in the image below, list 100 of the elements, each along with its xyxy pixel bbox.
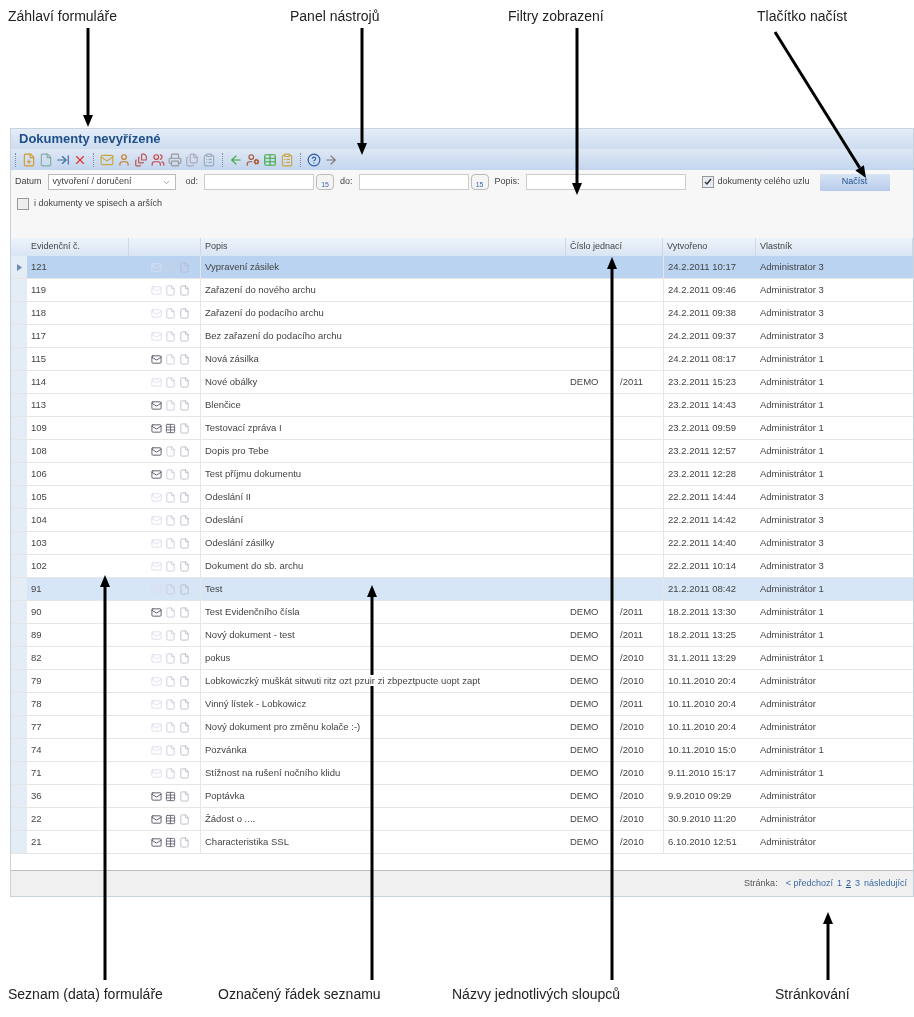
table-row[interactable]: 114 Nové obálky DEMO /2011 23.2.2011 15:23 Administrátor 1 — [11, 371, 913, 394]
table-cell-text: 18.2.2011 13:30 — [668, 604, 736, 619]
previous-link[interactable]: < předchozí — [785, 876, 833, 891]
column-header[interactable]: Vlastník — [760, 240, 792, 254]
table-row[interactable]: 22 Žádost o .... DEMO /2010 30.9.2010 11:20 Administrátor — [11, 808, 913, 831]
table-row[interactable]: 119 Zařazení do nového archu 24.2.2011 09:46 Administrator 3 — [11, 279, 913, 302]
table-row[interactable]: 117 Bez zařazení do podacího archu 24.2.2011 09:37 Administrator 3 — [11, 325, 913, 348]
table-cell: 113 — [31, 398, 47, 410]
table-cell: DEMO — [570, 766, 599, 778]
table-cell-text: 23.2.2011 15:23 — [668, 374, 736, 389]
checkbox-label: dokumenty celého uzlu — [717, 175, 810, 189]
table-row[interactable]: 108 Dopis pro Tebe 23.2.2011 12:57 Administrátor 1 — [11, 440, 913, 463]
table-row[interactable]: 74 Pozvánka DEMO /2010 10.11.2010 15:0 Administrátor 1 — [11, 739, 913, 762]
table-cell: 74 — [31, 743, 42, 755]
table-row[interactable]: 103 Odeslání zásilky 22.2.2011 14:40 Administrator 3 — [11, 532, 913, 555]
table-cell-text: /2011 — [620, 627, 644, 642]
date-type-dropdown[interactable]: vytvoření / doručení — [47, 174, 176, 190]
field-label: Popis: — [494, 175, 520, 189]
table-row[interactable]: 77 Nový dokument pro změnu kolače :-) DEMO /2010 10.11.2010 20:4 Administrátor — [11, 716, 913, 739]
table-row[interactable]: 118 Zařazení do podacího archu 24.2.2011 09:38 Administrator 3 — [11, 302, 913, 325]
table-cell-text: 10.11.2010 20:4 — [668, 673, 736, 688]
table-cell-text: 30.9.2010 11:20 — [668, 811, 736, 826]
table-cell-text: 23.2.2011 09:59 — [668, 420, 736, 435]
field-label: do: — [340, 175, 353, 189]
table-cell: Administrátor 1 — [760, 582, 824, 594]
table-cell: DEMO — [570, 697, 599, 709]
table-cell: 115 — [31, 352, 47, 364]
table-cell: 106 — [31, 467, 47, 479]
table-row[interactable]: 21 Characteristika SSL DEMO /2010 6.10.2010 12:51 Administrátor — [11, 831, 913, 854]
pager-label: Stránka: — [744, 876, 778, 890]
table-cell-text: /2010 — [620, 765, 644, 780]
table-cell: Lobkowiczký muškát sitwuti ritz ozt pzuir zi zbpeztpucte uopt zapt — [205, 674, 481, 686]
table-cell: 21 — [31, 835, 42, 847]
table-cell-text: 18.2.2011 13:25 — [668, 627, 736, 642]
table-row[interactable]: 71 Stížnost na rušení nočního klidu DEMO /2010 9.11.2010 15:17 Administrátor 1 — [11, 762, 913, 785]
table-cell: 22 — [31, 812, 42, 824]
table-row[interactable]: 78 Vinný lístek - Lobkowicz DEMO /2011 10.11.2010 20:4 Administrátor — [11, 693, 913, 716]
table-row[interactable]: 89 Nový dokument - test DEMO /2011 18.2.2011 13:25 Administrátor 1 — [11, 624, 913, 647]
table-row[interactable]: 115 Nová zásilka 24.2.2011 08:17 Administrátor 1 — [11, 348, 913, 371]
page-link[interactable]: 1 — [836, 876, 842, 891]
field-label: od: — [185, 175, 199, 189]
table-cell: Test Evidenčního čísla — [205, 605, 300, 617]
annotation-label: Tlačítko načíst — [757, 7, 848, 26]
table-cell-text: 6.10.2010 12:51 — [668, 834, 737, 849]
table-row[interactable]: 91 Test 21.2.2011 08:42 Administrátor 1 — [11, 578, 913, 601]
table-cell: DEMO — [570, 628, 599, 640]
table-cell: DEMO — [570, 651, 599, 663]
table-cell: Vypravení zásilek — [205, 260, 280, 272]
page-link[interactable]: 3 — [854, 876, 860, 891]
table-cell: Stížnost na rušení nočního klidu — [205, 766, 341, 778]
table-row[interactable]: 36 Poptávka DEMO /2010 9.9.2010 09:29 Administrátor — [11, 785, 913, 808]
page-link[interactable]: 2 — [845, 876, 851, 891]
table-cell: Odeslání — [205, 513, 244, 525]
table-cell-text: 24.2.2011 09:46 — [668, 282, 736, 297]
table-cell: Administrátor — [760, 720, 816, 732]
next-link[interactable]: následující — [863, 876, 907, 891]
checkbox-label: i dokumenty ve spisech a arších — [34, 197, 163, 211]
column-header[interactable]: Popis — [205, 240, 228, 254]
table-cell: Bez zařazení do podacího archu — [205, 329, 342, 341]
table-cell: DEMO — [570, 720, 599, 732]
table-cell: Administrator 3 — [760, 513, 824, 525]
table-cell-text: /2010 — [620, 788, 644, 803]
table-row[interactable]: 109 Testovací zpráva I 23.2.2011 09:59 Administrátor 1 — [11, 417, 913, 440]
table-row[interactable]: 82 pokus DEMO /2010 31.1.2011 13:29 Administrátor 1 — [11, 647, 913, 670]
table-cell: Administrator 3 — [760, 329, 824, 341]
table-cell: Administrator 3 — [760, 559, 824, 571]
table-cell: Administrátor 1 — [760, 375, 824, 387]
table-cell-text: 22.2.2011 10:14 — [668, 558, 736, 573]
table-cell: Blenčice — [205, 398, 241, 410]
table-cell-text: 22.2.2011 14:40 — [668, 535, 736, 550]
table-cell: Administrator 3 — [760, 490, 824, 502]
table-cell: Administrátor — [760, 674, 816, 686]
table-row[interactable]: 106 Test příjmu dokumentu 23.2.2011 12:28 Administrátor 1 — [11, 463, 913, 486]
table-cell-text: /2010 — [620, 811, 644, 826]
table-cell: 102 — [31, 559, 47, 571]
table-row[interactable]: 113 Blenčice 23.2.2011 14:43 Administrátor 1 — [11, 394, 913, 417]
table-row[interactable]: 105 Odeslání II 22.2.2011 14:44 Administrator 3 — [11, 486, 913, 509]
load-button[interactable]: Načíst — [819, 173, 890, 191]
column-header[interactable]: Evidenční č. — [31, 240, 81, 254]
annotation-label: Filtry zobrazení — [508, 7, 604, 26]
table-cell-text: 10.11.2010 20:4 — [668, 696, 736, 711]
table-cell: Poptávka — [205, 789, 245, 801]
table-cell: 114 — [31, 375, 47, 387]
table-cell: 77 — [31, 720, 42, 732]
table-row[interactable]: 104 Odeslání 22.2.2011 14:42 Administrator 3 — [11, 509, 913, 532]
table-cell-text: 31.1.2011 13:29 — [668, 650, 736, 665]
field-label: Datum — [15, 175, 42, 189]
table-cell: Administrátor 1 — [760, 398, 824, 410]
column-header[interactable]: Vytvořeno — [667, 240, 708, 254]
table-cell: Administrátor 1 — [760, 421, 824, 433]
table-row[interactable]: 102 Dokument do sb. archu 22.2.2011 10:14 Administrator 3 — [11, 555, 913, 578]
table-cell-text: 23.2.2011 12:28 — [668, 466, 736, 481]
annotation-label: Názvy jednotlivých sloupců — [452, 985, 621, 1004]
annotation-label: Seznam (data) formuláře — [8, 985, 163, 1004]
table-row[interactable]: 121 Vypravení zásilek 24.2.2011 10:17 Administrator 3 — [11, 256, 913, 279]
column-header[interactable]: Číslo jednací — [570, 240, 623, 254]
table-cell: Vinný lístek - Lobkowicz — [205, 697, 307, 709]
table-cell-text: 9.11.2010 15:17 — [668, 765, 736, 780]
table-row[interactable]: 90 Test Evidenčního čísla DEMO /2011 18.2.2011 13:30 Administrátor 1 — [11, 601, 913, 624]
table-row[interactable]: 79 Lobkowiczký muškát sitwuti ritz ozt pzuir zi zbpeztpucte uopt zapt DEMO /2010 10.11.2010 20:4 Administrátor — [11, 670, 913, 693]
